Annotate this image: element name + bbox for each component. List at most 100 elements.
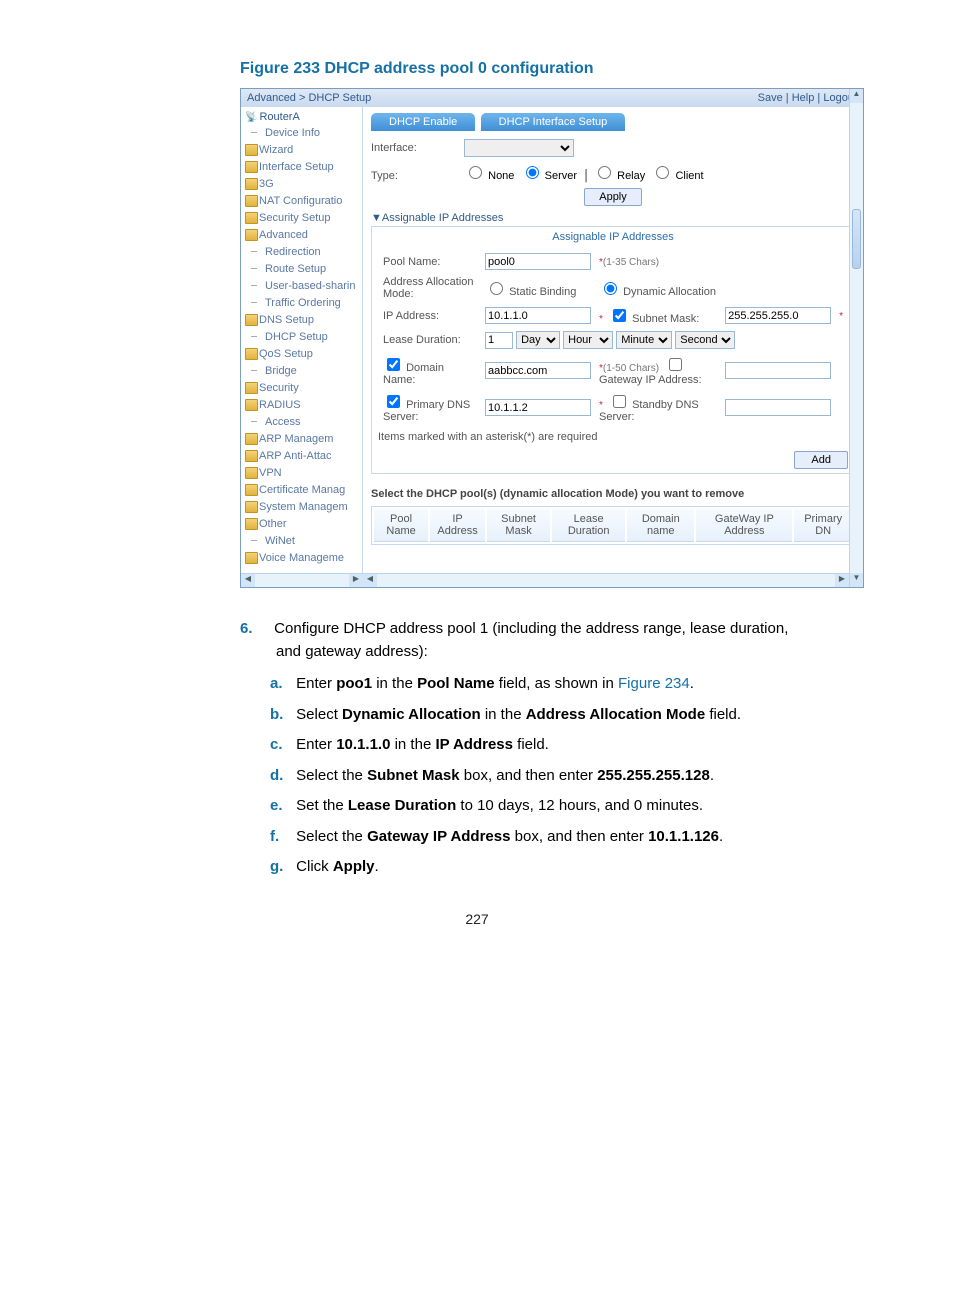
scroll-thumb[interactable]: [852, 209, 861, 269]
tab-dhcp-enable[interactable]: DHCP Enable: [371, 113, 475, 131]
standby-dns-input[interactable]: [725, 399, 831, 416]
scroll-down-icon[interactable]: ▼: [850, 573, 863, 587]
sub-g: g.: [270, 856, 292, 879]
th-primary[interactable]: Primary DN: [794, 509, 852, 542]
nav-arp-managem[interactable]: ARP Managem: [241, 431, 362, 448]
th-lease[interactable]: Lease Duration: [552, 509, 625, 542]
alloc-dynamic[interactable]: Dynamic Allocation: [599, 286, 716, 298]
scroll-left-icon[interactable]: ◀: [363, 574, 377, 587]
step6-text: Configure DHCP address pool 1 (including…: [274, 620, 788, 660]
scroll-right-icon[interactable]: ▶: [835, 574, 849, 587]
sub-a: a.: [270, 673, 292, 696]
sub-b: b.: [270, 704, 292, 727]
assignable-panel: Assignable IP Addresses Pool Name: *(1-3…: [371, 226, 855, 474]
scroll-left-icon[interactable]: ◀: [241, 574, 255, 587]
type-relay[interactable]: Relay: [593, 170, 645, 182]
scroll-right-icon[interactable]: ▶: [349, 574, 363, 587]
th-domain[interactable]: Domain name: [627, 509, 694, 542]
alloc-static[interactable]: Static Binding: [485, 286, 576, 298]
lease-label: Lease Duration:: [380, 329, 480, 351]
nav-access[interactable]: Access: [241, 414, 362, 431]
day-select[interactable]: Day: [516, 331, 560, 349]
minute-select[interactable]: Minute: [616, 331, 672, 349]
nav-interface-setup[interactable]: Interface Setup: [241, 159, 362, 176]
pool-hint: (1-35 Chars): [603, 257, 659, 268]
content-area: DHCP Enable DHCP Interface Setup Interfa…: [363, 107, 863, 587]
nav-dns[interactable]: DNS Setup: [241, 312, 362, 329]
nav-advanced[interactable]: Advanced: [241, 227, 362, 244]
mask-check[interactable]: Subnet Mask:: [609, 313, 699, 325]
help-link[interactable]: Help: [792, 92, 815, 104]
hour-select[interactable]: Hour: [563, 331, 613, 349]
doc-instructions: 6. Configure DHCP address pool 1 (includ…: [240, 618, 794, 879]
primary-dns-check[interactable]: Primary DNS Server:: [383, 399, 470, 423]
ip-input[interactable]: [485, 307, 591, 324]
type-server[interactable]: Server: [521, 170, 577, 182]
nav-user-based[interactable]: User-based-sharin: [241, 278, 362, 295]
nav-redirection[interactable]: Redirection: [241, 244, 362, 261]
nav-winet[interactable]: WiNet: [241, 533, 362, 550]
alloc-label: Address Allocation Mode:: [380, 274, 480, 302]
nav-voice[interactable]: Voice Manageme: [241, 550, 362, 567]
nav-sidebar: RouterA Device Info Wizard Interface Set…: [241, 107, 363, 587]
th-ip[interactable]: IP Address: [430, 509, 485, 542]
sub-f: f.: [270, 826, 292, 849]
tabs: DHCP Enable DHCP Interface Setup: [371, 113, 855, 131]
figure-link[interactable]: Figure 234: [618, 675, 690, 692]
nav-radius[interactable]: RADIUS: [241, 397, 362, 414]
pool-name-input[interactable]: [485, 253, 591, 270]
nav-wizard[interactable]: Wizard: [241, 142, 362, 159]
figure-caption: Figure 233 DHCP address pool 0 configura…: [240, 60, 914, 78]
save-link[interactable]: Save: [758, 92, 783, 104]
remove-hint: Select the DHCP pool(s) (dynamic allocat…: [371, 488, 855, 500]
scroll-up-icon[interactable]: ▲: [850, 89, 863, 103]
nav-nat[interactable]: NAT Configuratio: [241, 193, 362, 210]
gateway-input[interactable]: [725, 362, 831, 379]
step-number: 6.: [240, 618, 270, 641]
nav-device-info[interactable]: Device Info: [241, 125, 362, 142]
pool-label: Pool Name:: [380, 251, 480, 272]
th-pool[interactable]: Pool Name: [374, 509, 428, 542]
tab-dhcp-interface[interactable]: DHCP Interface Setup: [481, 113, 626, 131]
page-number: 227: [0, 911, 954, 927]
vertical-scrollbar[interactable]: ▲ ▼: [849, 89, 863, 587]
primary-dns-input[interactable]: [485, 399, 591, 416]
apply-button[interactable]: Apply: [584, 188, 642, 206]
nav-cert[interactable]: Certificate Manag: [241, 482, 362, 499]
sub-c: c.: [270, 734, 292, 757]
mask-input[interactable]: [725, 307, 831, 324]
nav-other[interactable]: Other: [241, 516, 362, 533]
add-button[interactable]: Add: [794, 451, 848, 469]
required-note: Items marked with an asterisk(*) are req…: [378, 431, 848, 443]
nav-system[interactable]: System Managem: [241, 499, 362, 516]
domain-input[interactable]: [485, 362, 591, 379]
nav-qos[interactable]: QoS Setup: [241, 346, 362, 363]
section-toggle[interactable]: ▼Assignable IP Addresses: [371, 212, 855, 224]
type-client[interactable]: Client: [651, 170, 703, 182]
nav-bridge[interactable]: Bridge: [241, 363, 362, 380]
breadcrumb-bar: Advanced > DHCP Setup Save | Help | Logo…: [241, 89, 863, 107]
standby-dns-check[interactable]: Standby DNS Server:: [599, 399, 699, 423]
nav-security[interactable]: Security: [241, 380, 362, 397]
pool-table: Pool Name IP Address Subnet Mask Lease D…: [371, 506, 855, 545]
type-none[interactable]: None: [464, 170, 514, 182]
nav-traffic[interactable]: Traffic Ordering: [241, 295, 362, 312]
interface-select[interactable]: [464, 139, 574, 157]
nav-security-setup[interactable]: Security Setup: [241, 210, 362, 227]
th-mask[interactable]: Subnet Mask: [487, 509, 550, 542]
sub-e: e.: [270, 795, 292, 818]
breadcrumb: Advanced > DHCP Setup: [247, 92, 371, 104]
nav-arp-anti[interactable]: ARP Anti-Attac: [241, 448, 362, 465]
nav-route-setup[interactable]: Route Setup: [241, 261, 362, 278]
lease-day-input[interactable]: [485, 332, 513, 349]
sidebar-hscroll[interactable]: ◀ ▶: [241, 573, 363, 587]
content-hscroll[interactable]: ◀ ▶: [363, 573, 849, 587]
nav-dhcp[interactable]: DHCP Setup: [241, 329, 362, 346]
second-select[interactable]: Second: [675, 331, 735, 349]
th-gateway[interactable]: GateWay IP Address: [696, 509, 792, 542]
panel-title: Assignable IP Addresses: [378, 231, 848, 243]
nav-3g[interactable]: 3G: [241, 176, 362, 193]
nav-vpn[interactable]: VPN: [241, 465, 362, 482]
domain-check[interactable]: Domain Name:: [383, 362, 444, 386]
type-label: Type:: [371, 170, 461, 182]
